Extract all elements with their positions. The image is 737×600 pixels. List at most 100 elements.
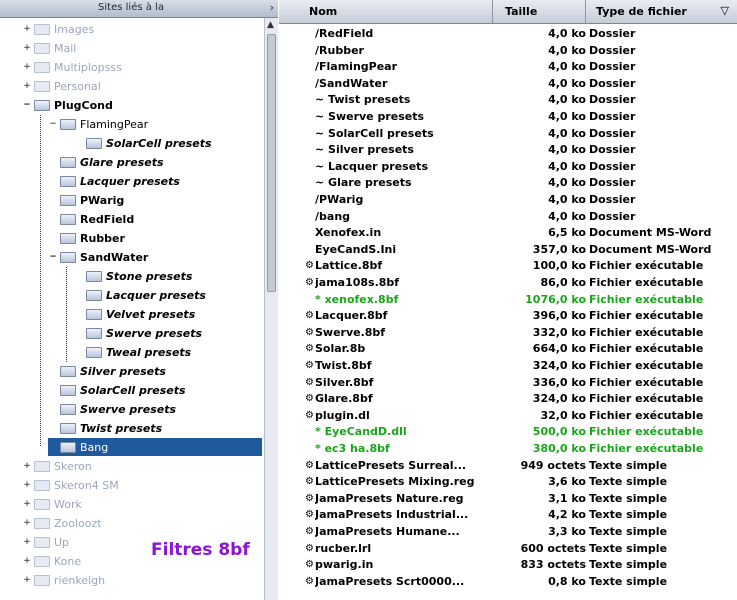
tree-item[interactable]: Velvet presets xyxy=(74,305,195,323)
file-row[interactable]: * ec3 ha.8bf 380,0 ko Fichier exécutable xyxy=(279,442,737,456)
file-row[interactable]: /RedField 4,0 ko Dossier xyxy=(279,27,737,41)
tree-item-label: PlugCond xyxy=(54,98,113,112)
file-row[interactable]: ⚙ JamaPresets Scrt0000... 0,8 ko Texte simp… xyxy=(279,575,737,589)
tree-item-label: Swerve presets xyxy=(106,326,203,340)
tree-item[interactable]: + Work xyxy=(22,495,82,513)
file-row[interactable]: ⚙ LatticePresets Surreal... 949 octets Text… xyxy=(279,459,737,473)
tree-item[interactable]: SolarCell presets xyxy=(48,381,186,399)
tree-item[interactable]: Swerve presets xyxy=(48,400,176,418)
tree-item[interactable]: Lacquer presets xyxy=(48,172,180,190)
tree-expander-icon[interactable]: + xyxy=(22,480,32,490)
tree-expander-icon[interactable]: + xyxy=(22,556,32,566)
file-row[interactable]: ~ Glare presets 4,0 ko Dossier xyxy=(279,176,737,190)
tree-expander-icon[interactable]: + xyxy=(22,24,32,34)
file-row[interactable]: ⚙ pwarig.in 833 octets Texte simple xyxy=(279,558,737,572)
tree-expander-icon[interactable]: − xyxy=(48,252,58,262)
tree-expander-icon[interactable]: + xyxy=(22,62,32,72)
file-row[interactable]: ~ Swerve presets 4,0 ko Dossier xyxy=(279,110,737,124)
file-name: EyeCandS.Ini xyxy=(315,242,397,256)
file-row[interactable]: ⚙ Silver.8bf 336,0 ko Fichier exécutable xyxy=(279,376,737,390)
tree-item[interactable]: + Images xyxy=(22,20,94,38)
file-row[interactable]: ⚙ JamaPresets Humane... 3,3 ko Texte simple xyxy=(279,525,737,539)
tree-item[interactable]: PWarig xyxy=(48,191,124,209)
tree-expander-icon[interactable]: − xyxy=(22,100,32,110)
file-type: Document MS-Word xyxy=(589,226,712,240)
file-row[interactable]: ⚙ LatticePresets Mixing.reg 3,6 ko Texte si… xyxy=(279,475,737,489)
file-row[interactable]: ~ Twist presets 4,0 ko Dossier xyxy=(279,93,737,107)
scroll-up-arrow-icon[interactable]: ▲ xyxy=(267,20,274,30)
file-icon: ⚙ xyxy=(305,409,314,421)
tree-item[interactable]: + Mail xyxy=(22,39,76,57)
tree-expander-icon[interactable]: − xyxy=(48,119,58,129)
file-row[interactable]: ⚙ Lattice.8bf 100,0 ko Fichier exécutable xyxy=(279,259,737,273)
tree-item[interactable]: Twist presets xyxy=(48,419,162,437)
tree-item[interactable]: − PlugCond xyxy=(22,96,113,114)
file-name: LatticePresets Surreal... xyxy=(315,458,467,472)
tree-item[interactable]: + Skeron4 SM xyxy=(22,476,118,494)
tree-item[interactable]: + Kone xyxy=(22,552,81,570)
file-row[interactable]: ⚙ jama108s.8bf 86,0 ko Fichier exécutable xyxy=(279,276,737,290)
tree-item[interactable]: Glare presets xyxy=(48,153,164,171)
folder-icon xyxy=(86,270,102,282)
file-row[interactable]: /Rubber 4,0 ko Dossier xyxy=(279,44,737,58)
file-row[interactable]: /bang 4,0 ko Dossier xyxy=(279,210,737,224)
tree-scrollbar[interactable]: ▲ xyxy=(264,18,278,600)
tree-item[interactable]: Tweal presets xyxy=(74,343,191,361)
tree-item[interactable]: Stone presets xyxy=(74,267,192,285)
tree-item[interactable]: + Multiplopsss xyxy=(22,58,122,76)
file-row[interactable]: ⚙ rucber.lrl 600 octets Texte simple xyxy=(279,542,737,556)
file-row[interactable]: EyeCandS.Ini 357,0 ko Document MS-Word xyxy=(279,243,737,257)
file-row[interactable]: /PWarig 4,0 ko Dossier xyxy=(279,193,737,207)
tree-item[interactable]: Lacquer presets xyxy=(74,286,206,304)
tree-expander-icon[interactable]: + xyxy=(22,81,32,91)
file-type: Fichier exécutable xyxy=(589,276,704,289)
file-row[interactable]: Xenofex.in 6,5 ko Document MS-Word xyxy=(279,226,737,240)
file-row[interactable]: * xenofex.8bf 1076,0 ko Fichier exécutable xyxy=(279,293,737,307)
file-name: /Rubber xyxy=(315,43,364,57)
tree-item[interactable]: + Up xyxy=(22,533,69,551)
file-row[interactable]: ⚙ Lacquer.8bf 396,0 ko Fichier exécutable xyxy=(279,309,737,323)
file-row[interactable]: ~ Silver presets 4,0 ko Dossier xyxy=(279,143,737,157)
file-row[interactable]: ⚙ Twist.8bf 324,0 ko Fichier exécutable xyxy=(279,359,737,373)
tree-expander-icon[interactable]: + xyxy=(22,575,32,585)
tree-item[interactable]: + Skeron xyxy=(22,457,92,475)
file-size: 4,0 ko xyxy=(548,176,586,190)
tree-expander-icon[interactable]: + xyxy=(22,461,32,471)
column-header-size[interactable]: Taille xyxy=(493,0,586,24)
column-header-type[interactable]: Type de fichier ▽ xyxy=(586,0,737,24)
file-type: Texte simple xyxy=(589,558,668,572)
file-row[interactable]: ⚙ Glare.8bf 324,0 ko Fichier exécutable xyxy=(279,392,737,406)
tree-item[interactable]: Bang xyxy=(48,438,262,456)
tree-item[interactable]: + Personal xyxy=(22,77,101,95)
file-row[interactable]: ⚙ plugin.dl 32,0 ko Fichier exécutable xyxy=(279,409,737,423)
collapse-pane-icon[interactable]: › xyxy=(270,1,274,14)
tree-item[interactable]: Silver presets xyxy=(48,362,166,380)
tree-item[interactable]: − FlamingPear xyxy=(48,115,148,133)
sort-arrow-icon: ▽ xyxy=(720,4,729,17)
tree-item[interactable]: SolarCell presets xyxy=(74,134,212,152)
file-row[interactable]: ~ SolarCell presets 4,0 ko Dossier xyxy=(279,127,737,141)
tree-expander-icon[interactable]: + xyxy=(22,518,32,528)
file-row[interactable]: /FlamingPear 4,0 ko Dossier xyxy=(279,60,737,74)
tree-scrollbar-thumb[interactable] xyxy=(267,34,276,292)
tree-item[interactable]: − SandWater xyxy=(48,248,148,266)
file-row[interactable]: ⚙ JamaPresets Industrial... 4,2 ko Texte si… xyxy=(279,508,737,522)
tree-item[interactable]: Rubber xyxy=(48,229,125,247)
tree-item-label: rienkeigh xyxy=(54,573,106,587)
tree-expander-icon[interactable]: + xyxy=(22,43,32,53)
file-row[interactable]: ⚙ JamaPresets Nature.reg 3,1 ko Texte simpl… xyxy=(279,492,737,506)
file-row[interactable]: /SandWater 4,0 ko Dossier xyxy=(279,77,737,91)
column-header-type-label: Type de fichier xyxy=(596,5,687,18)
file-row[interactable]: * EyeCandD.dll 500,0 ko Fichier exécutable xyxy=(279,425,737,439)
tree-item[interactable]: RedField xyxy=(48,210,134,228)
file-row[interactable]: ⚙ Solar.8b 664,0 ko Fichier exécutable xyxy=(279,342,737,356)
file-row[interactable]: ~ Lacquer presets 4,0 ko Dossier xyxy=(279,160,737,174)
tree-item[interactable]: + Zooloozt xyxy=(22,514,101,532)
column-header-name[interactable]: Nom xyxy=(279,0,493,24)
tree-expander-icon[interactable]: + xyxy=(22,499,32,509)
tree-item[interactable]: + rienkeigh xyxy=(22,571,105,589)
tree-item[interactable]: Swerve presets xyxy=(74,324,202,342)
tree-expander-icon[interactable]: + xyxy=(22,537,32,547)
file-row[interactable]: ⚙ Swerve.8bf 332,0 ko Fichier exécutable xyxy=(279,326,737,340)
folder-icon xyxy=(60,384,76,396)
